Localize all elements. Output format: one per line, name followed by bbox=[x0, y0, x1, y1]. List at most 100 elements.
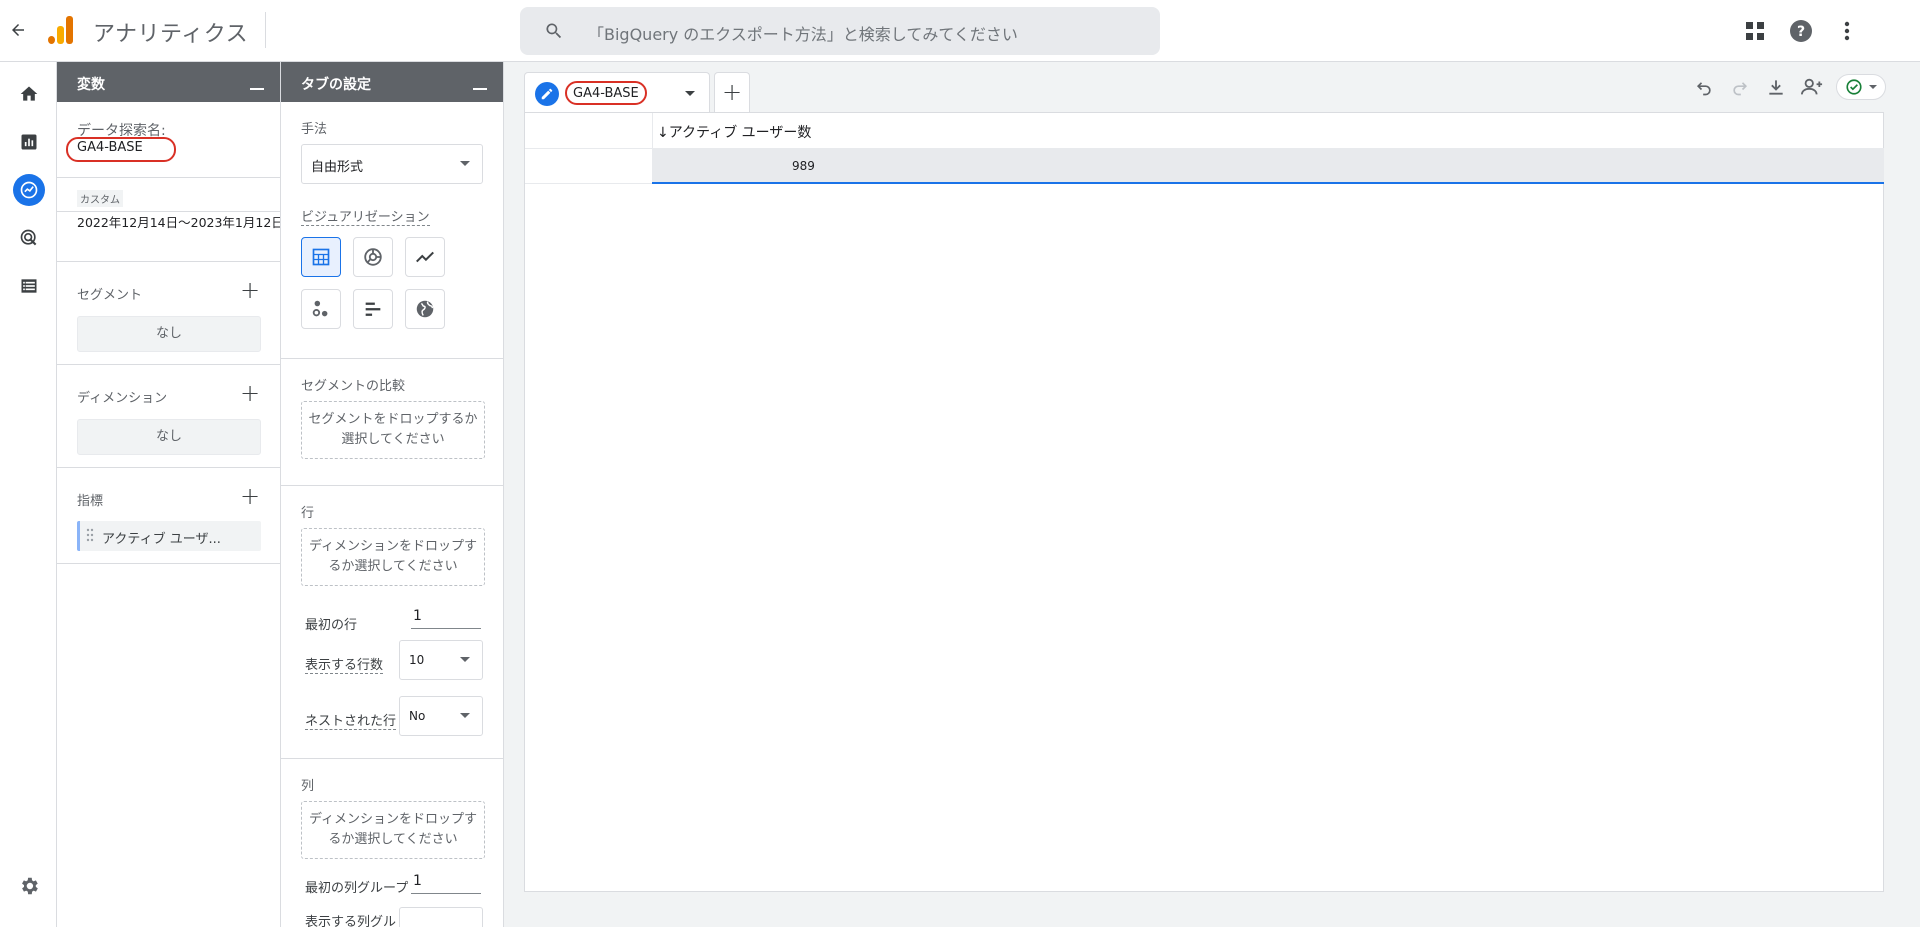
columns-label: 列 bbox=[301, 779, 315, 794]
visualization-label: ビジュアリゼーション bbox=[301, 206, 430, 226]
date-range-section[interactable]: 2022年12月14日～2023年1月12日 bbox=[57, 212, 280, 262]
undo-icon[interactable] bbox=[1692, 75, 1716, 99]
nested-rows-select[interactable]: No bbox=[399, 696, 483, 736]
segment-compare-drop[interactable]: セグメントをドロップするか選択してください bbox=[301, 401, 485, 459]
scatter-chart-icon[interactable] bbox=[301, 289, 341, 329]
add-tab-button[interactable]: + bbox=[714, 72, 750, 112]
configure-list-icon[interactable] bbox=[13, 270, 45, 302]
nested-rows-label: ネストされた行 bbox=[305, 710, 397, 730]
redo-icon[interactable] bbox=[1728, 75, 1752, 99]
search-bar[interactable]: 「BigQuery のエクスポート方法」と検索してみてください bbox=[520, 7, 1160, 55]
tab-name[interactable]: GA4-BASE bbox=[565, 81, 647, 105]
total-value: 989 bbox=[792, 159, 815, 173]
metrics-label: 指標 bbox=[77, 494, 104, 509]
chevron-down-icon bbox=[460, 657, 470, 662]
table-corner-cell bbox=[525, 113, 652, 149]
nested-rows-value: No bbox=[409, 709, 426, 723]
show-rows-select[interactable]: 10 bbox=[399, 640, 483, 680]
check-circle-icon bbox=[1846, 79, 1862, 95]
advertising-icon[interactable] bbox=[13, 222, 45, 254]
app-title: アナリティクス bbox=[93, 22, 249, 47]
left-nav bbox=[0, 62, 57, 927]
variables-panel: 変数 データ探索名: GA4-BASE カスタム 2022年12月14日～202… bbox=[57, 62, 281, 927]
chevron-down-icon bbox=[1869, 85, 1877, 89]
home-icon[interactable] bbox=[13, 78, 45, 110]
settings-gear-icon[interactable] bbox=[13, 870, 45, 902]
first-col-group-label: 最初の列グループ bbox=[305, 881, 409, 896]
search-placeholder: 「BigQuery のエクスポート方法」と検索してみてください bbox=[588, 25, 1018, 44]
technique-viz-section: 手法 自由形式 ビジュアリゼーション bbox=[281, 102, 503, 359]
metrics-section: 指標 + アクティブ ユーザ... bbox=[57, 468, 280, 564]
rows-label: 行 bbox=[301, 506, 315, 521]
bar-chart-icon[interactable] bbox=[353, 289, 393, 329]
totals-row-label bbox=[525, 149, 652, 184]
variables-title: 変数 bbox=[77, 77, 105, 93]
column-header[interactable]: ↓アクティブ ユーザー数 bbox=[652, 113, 1884, 149]
dimensions-label: ディメンション bbox=[77, 391, 168, 406]
explore-icon[interactable] bbox=[13, 174, 45, 206]
chevron-down-icon[interactable] bbox=[685, 91, 695, 96]
segments-section: セグメント + なし bbox=[57, 262, 280, 365]
metric-chip[interactable]: アクティブ ユーザ... bbox=[77, 521, 261, 551]
rows-drop[interactable]: ディメンションをドロップするか選択してください bbox=[301, 528, 485, 586]
segments-empty[interactable]: なし bbox=[77, 316, 261, 352]
rows-section: 行 ディメンションをドロップするか選択してください 最初の行 1 表示する行数 … bbox=[281, 486, 503, 759]
segments-label: セグメント bbox=[77, 288, 143, 303]
show-rows-value: 10 bbox=[409, 653, 425, 667]
first-col-group-input[interactable]: 1 bbox=[411, 873, 481, 894]
first-row-input[interactable]: 1 bbox=[411, 608, 481, 629]
exploration-canvas: ↓アクティブ ユーザー数 989 bbox=[524, 112, 1884, 892]
share-user-icon[interactable] bbox=[1800, 75, 1824, 99]
back-arrow-icon[interactable] bbox=[4, 16, 32, 44]
drag-handle-icon[interactable] bbox=[86, 528, 94, 542]
globe-icon[interactable] bbox=[405, 289, 445, 329]
title-divider bbox=[265, 12, 266, 48]
help-icon[interactable]: ? bbox=[1788, 18, 1814, 44]
show-col-groups-label: 表示する列グル bbox=[305, 915, 397, 927]
chevron-down-icon bbox=[460, 713, 470, 718]
minimize-icon[interactable] bbox=[250, 76, 264, 90]
download-icon[interactable] bbox=[1764, 75, 1788, 99]
technique-value: 自由形式 bbox=[311, 160, 364, 175]
show-rows-label: 表示する行数 bbox=[305, 654, 384, 674]
dimensions-empty[interactable]: なし bbox=[77, 419, 261, 455]
donut-chart-icon[interactable] bbox=[353, 237, 393, 277]
columns-section: 列 ディメンションをドロップするか選択してください 最初の列グループ 1 表示す… bbox=[281, 759, 503, 927]
exploration-name-input[interactable]: GA4-BASE bbox=[77, 140, 143, 155]
columns-drop[interactable]: ディメンションをドロップするか選択してください bbox=[301, 801, 485, 859]
segment-compare-label: セグメントの比較 bbox=[301, 379, 406, 394]
top-bar: アナリティクス 「BigQuery のエクスポート方法」と検索してみてください … bbox=[0, 0, 1920, 62]
tab-settings-title: タブの設定 bbox=[301, 77, 371, 93]
metric-chip-label: アクティブ ユーザ... bbox=[102, 532, 221, 547]
analytics-logo-icon[interactable] bbox=[46, 16, 76, 46]
column-header-label[interactable]: ↓アクティブ ユーザー数 bbox=[657, 122, 811, 142]
technique-label: 手法 bbox=[301, 122, 328, 137]
line-chart-icon[interactable] bbox=[405, 237, 445, 277]
minimize-icon[interactable] bbox=[473, 76, 487, 90]
date-badge: カスタム bbox=[77, 190, 123, 207]
add-dimension-button[interactable]: + bbox=[240, 381, 260, 405]
apps-grid-icon[interactable] bbox=[1742, 18, 1768, 44]
add-segment-button[interactable]: + bbox=[240, 278, 260, 302]
variables-panel-header: 変数 bbox=[57, 62, 280, 102]
date-range[interactable]: 2022年12月14日～2023年1月12日 bbox=[77, 212, 280, 231]
totals-row[interactable]: 989 bbox=[652, 149, 1884, 184]
more-vert-icon[interactable] bbox=[1834, 18, 1860, 44]
pencil-icon[interactable] bbox=[535, 82, 559, 106]
status-button[interactable] bbox=[1836, 74, 1886, 100]
dimensions-section: ディメンション + なし bbox=[57, 365, 280, 468]
technique-select[interactable]: 自由形式 bbox=[301, 144, 483, 184]
tab-ga4-base[interactable]: GA4-BASE bbox=[524, 72, 710, 112]
search-icon bbox=[544, 21, 564, 41]
table-viz-button[interactable] bbox=[301, 237, 341, 277]
svg-text:?: ? bbox=[1797, 24, 1805, 40]
segment-compare-section: セグメントの比較 セグメントをドロップするか選択してください bbox=[281, 359, 503, 486]
reports-icon[interactable] bbox=[13, 126, 45, 158]
show-col-groups-select[interactable] bbox=[399, 907, 483, 927]
exploration-name-section: データ探索名: GA4-BASE カスタム bbox=[57, 102, 280, 212]
add-metric-button[interactable]: + bbox=[240, 484, 260, 508]
first-row-label: 最初の行 bbox=[305, 618, 358, 633]
tab-settings-header: タブの設定 bbox=[281, 62, 503, 102]
chevron-down-icon bbox=[460, 161, 470, 166]
tab-settings-panel: タブの設定 手法 自由形式 ビジュアリゼーション セグメントの比較 セグメントを… bbox=[281, 62, 504, 927]
